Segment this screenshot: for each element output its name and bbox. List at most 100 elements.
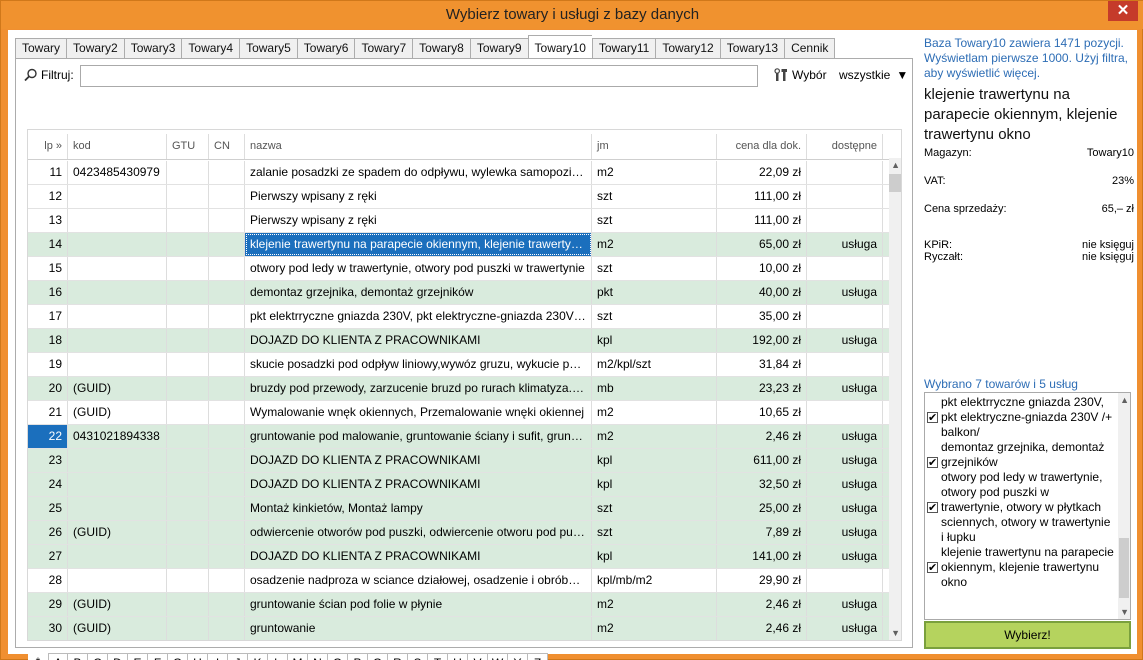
tab-towary3[interactable]: Towary3 [123, 38, 182, 59]
tab-towary13[interactable]: Towary13 [719, 38, 785, 59]
table-row[interactable]: 23 DOJAZD DO KLIENTA Z PRACOWNIKAMI kpl 611… [28, 449, 890, 473]
checkbox-checked-icon[interactable]: ✔ [927, 562, 938, 574]
column-header-nazwa[interactable]: nazwa [245, 134, 592, 159]
filter-input[interactable] [80, 65, 758, 87]
letter-button-r[interactable]: R [388, 653, 408, 660]
scroll-down-icon[interactable]: ▼ [1120, 607, 1129, 617]
checkbox-checked-icon[interactable]: ✔ [927, 457, 938, 469]
cell-jm: kpl [592, 473, 717, 496]
scroll-up-icon[interactable]: ▲ [891, 160, 900, 170]
tab-towary6[interactable]: Towary6 [296, 38, 355, 59]
cell-cena: 111,00 zł [717, 185, 807, 208]
letter-button-h[interactable]: H [188, 653, 208, 660]
cell-cena: 23,23 zł [717, 377, 807, 400]
selected-list-scroll-thumb[interactable] [1119, 538, 1129, 598]
tab-towary12[interactable]: Towary12 [655, 38, 720, 59]
letter-button-o[interactable]: O [328, 653, 348, 660]
column-header-cn[interactable]: CN [209, 134, 245, 159]
table-row[interactable]: 30 (GUID) gruntowanie m2 2,46 zł usługa [28, 617, 890, 640]
letter-button-z[interactable]: Z [528, 653, 548, 660]
cell-gtu [167, 377, 209, 400]
tab-towary5[interactable]: Towary5 [239, 38, 297, 59]
wybor-button[interactable]: Wybór [774, 68, 827, 82]
cell-gtu [167, 593, 209, 616]
letter-button-m[interactable]: M [288, 653, 308, 660]
column-header-gtu[interactable]: GTU [167, 134, 209, 159]
letter-button-y[interactable]: Y [508, 653, 528, 660]
column-header-cena[interactable]: cena dla dok. [717, 134, 807, 159]
dialog-window: Wybierz towary i usługi z bazy danych ✕ … [0, 0, 1143, 660]
checkbox-checked-icon[interactable]: ✔ [927, 502, 938, 514]
table-row[interactable]: 11 0423485430979 zalanie posadzki ze spade… [28, 161, 890, 185]
table-row[interactable]: 17 pkt elektrryczne gniazda 230V, pkt ele… [28, 305, 890, 329]
column-header-dostepne[interactable]: dostępne [807, 134, 883, 159]
scroll-down-icon[interactable]: ▼ [891, 628, 900, 638]
letter-button-all[interactable]: * [28, 653, 48, 660]
table-row[interactable]: 18 DOJAZD DO KLIENTA Z PRACOWNIKAMI kpl 192… [28, 329, 890, 353]
letter-button-g[interactable]: G [168, 653, 188, 660]
table-row[interactable]: 25 Montaż kinkietów, Montaż lampy szt 25,00… [28, 497, 890, 521]
letter-button-a[interactable]: A [48, 653, 68, 660]
tab-towary2[interactable]: Towary2 [66, 38, 124, 59]
table-row[interactable]: 29 (GUID) gruntowanie ścian pod folie w pł… [28, 593, 890, 617]
table-row[interactable]: 24 DOJAZD DO KLIENTA Z PRACOWNIKAMI kpl 32,… [28, 473, 890, 497]
checkbox-checked-icon[interactable]: ✔ [927, 412, 938, 424]
column-header-lp[interactable]: lp » [28, 134, 68, 159]
cell-nazwa: DOJAZD DO KLIENTA Z PRACOWNIKAMI [245, 449, 592, 472]
letter-button-w[interactable]: W [488, 653, 508, 660]
letter-button-l[interactable]: L [268, 653, 288, 660]
tab-towary10[interactable]: Towary10 [527, 35, 592, 59]
letter-button-j[interactable]: J [228, 653, 248, 660]
letter-button-c[interactable]: C [88, 653, 108, 660]
letter-button-k[interactable]: K [248, 653, 268, 660]
table-row[interactable]: 15 otwory pod ledy w trawertynie, otwory … [28, 257, 890, 281]
cell-kod [68, 305, 167, 328]
close-button[interactable]: ✕ [1108, 1, 1138, 21]
letter-button-n[interactable]: N [308, 653, 328, 660]
table-row[interactable]: 13 Pierwszy wpisany z ręki szt 111,00 zł [28, 209, 890, 233]
letter-button-p[interactable]: P [348, 653, 368, 660]
scope-dropdown[interactable]: wszystkie ▼ [839, 68, 908, 82]
column-header-jm[interactable]: jm [592, 134, 717, 159]
grid-scroll-thumb[interactable] [889, 174, 901, 192]
letter-button-s[interactable]: S [408, 653, 428, 660]
cell-cn [209, 209, 245, 232]
tab-cennik[interactable]: Cennik [784, 38, 836, 59]
table-row[interactable]: 12 Pierwszy wpisany z ręki szt 111,00 zł [28, 185, 890, 209]
table-row[interactable]: 22 0431021894338 gruntowanie pod malowanie… [28, 425, 890, 449]
letter-button-i[interactable]: I [208, 653, 228, 660]
table-row[interactable]: 26 (GUID) odwiercenie otworów pod puszki, … [28, 521, 890, 545]
letter-button-t[interactable]: T [428, 653, 448, 660]
table-row[interactable]: 19 skucie posadzki pod odpływ liniowy,wyw… [28, 353, 890, 377]
checkbox-spacer [927, 472, 938, 483]
table-row[interactable]: 20 (GUID) bruzdy pod przewody, zarzucenie … [28, 377, 890, 401]
cell-jm: kpl [592, 449, 717, 472]
letter-button-q[interactable]: Q [368, 653, 388, 660]
table-row[interactable]: 28 osadzenie nadproza w sciance działowej… [28, 569, 890, 593]
letter-button-d[interactable]: D [108, 653, 128, 660]
grid-scrollbar[interactable]: ▲ ▼ [889, 158, 901, 640]
letter-button-u[interactable]: U [448, 653, 468, 660]
chevron-down-icon: ▼ [896, 68, 909, 82]
tab-towary[interactable]: Towary [15, 38, 67, 59]
table-row[interactable]: 27 DOJAZD DO KLIENTA Z PRACOWNIKAMI kpl 141… [28, 545, 890, 569]
column-header-kod[interactable]: kod [68, 134, 167, 159]
tab-towary7[interactable]: Towary7 [354, 38, 413, 59]
tab-towary9[interactable]: Towary9 [469, 38, 528, 59]
cell-jm: kpl [592, 329, 717, 352]
table-row[interactable]: 16 demontaz grzejnika, demontaż grzejnikó… [28, 281, 890, 305]
letter-button-e[interactable]: E [128, 653, 148, 660]
scroll-up-icon[interactable]: ▲ [1120, 395, 1129, 405]
table-row[interactable]: 21 (GUID) Wymalowanie wnęk okiennych, Prze… [28, 401, 890, 425]
table-row[interactable]: 14 klejenie trawertynu na parapecie okien… [28, 233, 890, 257]
wybierz-button[interactable]: Wybierz! [924, 621, 1131, 649]
tab-towary11[interactable]: Towary11 [591, 38, 656, 59]
tab-towary4[interactable]: Towary4 [181, 38, 240, 59]
cell-lp: 18 [28, 329, 68, 352]
letter-button-f[interactable]: F [148, 653, 168, 660]
letter-button-v[interactable]: V [468, 653, 488, 660]
cell-kod [68, 185, 167, 208]
letter-button-b[interactable]: B [68, 653, 88, 660]
tab-towary8[interactable]: Towary8 [412, 38, 470, 59]
selected-items-list[interactable]: pkt elektrryczne gniazda 230V, ✔ pkt elekt… [924, 392, 1131, 620]
